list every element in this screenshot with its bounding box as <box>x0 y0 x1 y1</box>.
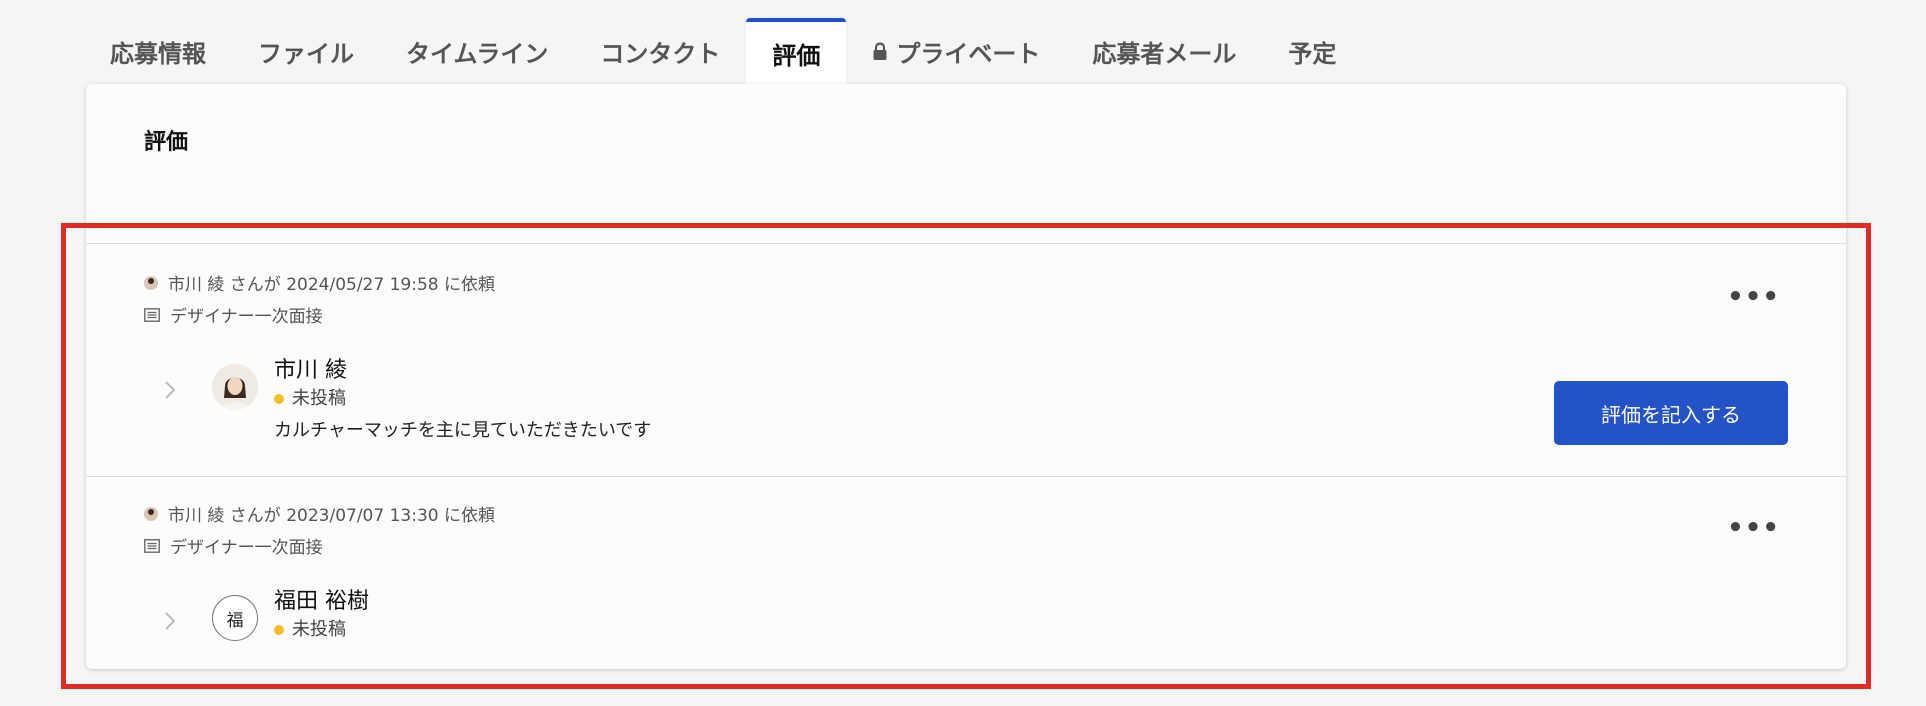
request-info: 市川 綾 さんが 2024/05/27 19:58 に依頼 <box>144 270 495 295</box>
status-text: 未投稿 <box>292 619 346 640</box>
status-badge: 未投稿 <box>274 617 369 643</box>
evaluator-avatar: 福 <box>212 595 258 641</box>
request-info: 市川 綾 さんが 2023/07/07 13:30 に依頼 <box>144 501 495 526</box>
status-dot-icon <box>274 394 284 404</box>
evaluator-name: 福田 裕樹 <box>274 589 369 614</box>
write-evaluation-button[interactable]: 評価を記入する <box>1554 381 1788 445</box>
tab-contact[interactable]: コンタクト <box>574 18 746 84</box>
request-text: 市川 綾 さんが 2023/07/07 13:30 に依頼 <box>168 506 495 526</box>
chevron-right-icon[interactable] <box>158 378 182 402</box>
page: 応募情報 ファイル タイムライン コンタクト 評価 プライベート 応募者メール … <box>0 0 1926 706</box>
tab-timeline[interactable]: タイムライン <box>380 18 574 84</box>
status-text: 未投稿 <box>292 388 346 409</box>
requester-avatar <box>144 506 158 521</box>
interview-info: デザイナー一次面接 <box>144 302 323 327</box>
card-title: 評価 <box>144 130 189 155</box>
evaluator-info: 福田 裕樹 未投稿 <box>274 587 369 643</box>
evaluator-name: 市川 綾 <box>274 358 347 383</box>
tab-files[interactable]: ファイル <box>232 18 380 84</box>
tab-evaluation[interactable]: 評価 <box>746 18 847 84</box>
status-badge: 未投稿 <box>274 386 651 412</box>
tab-private[interactable]: プライベート <box>846 18 1066 84</box>
evaluation-item: 市川 綾 さんが 2024/05/27 19:58 に依頼 デザイナー一次面接 … <box>86 243 1846 476</box>
interview-name: デザイナー一次面接 <box>170 307 323 327</box>
document-icon <box>144 307 160 322</box>
tab-schedule[interactable]: 予定 <box>1262 18 1362 84</box>
evaluator-row: 市川 綾 未投稿 カルチャーマッチを主に見ていただきたいです <box>158 356 1788 448</box>
interview-info: デザイナー一次面接 <box>144 533 323 558</box>
evaluation-item: 市川 綾 さんが 2023/07/07 13:30 に依頼 デザイナー一次面接 … <box>86 476 1846 668</box>
requester-avatar <box>144 275 158 290</box>
status-dot-icon <box>274 625 284 635</box>
evaluator-info: 市川 綾 未投稿 カルチャーマッチを主に見ていただきたいです <box>274 356 651 448</box>
request-comment: カルチャーマッチを主に見ていただきたいです <box>274 420 652 441</box>
lock-icon <box>872 41 888 61</box>
tab-bar: 応募情報 ファイル タイムライン コンタクト 評価 プライベート 応募者メール … <box>84 18 1362 84</box>
more-options-button[interactable]: ••• <box>1727 284 1780 310</box>
evaluator-row: 福 福田 裕樹 未投稿 <box>158 587 1788 643</box>
interview-name: デザイナー一次面接 <box>170 538 323 558</box>
chevron-right-icon[interactable] <box>158 609 182 633</box>
evaluation-card: 評価 市川 綾 さんが 2024/05/27 19:58 に依頼 デザイナー一次… <box>86 84 1846 669</box>
more-options-button[interactable]: ••• <box>1727 515 1780 541</box>
tab-private-label: プライベート <box>896 39 1041 68</box>
tab-application-info[interactable]: 応募情報 <box>84 18 232 84</box>
card-header: 評価 <box>86 84 1846 243</box>
document-icon <box>144 538 160 553</box>
evaluator-avatar <box>212 364 258 410</box>
tab-applicant-mail[interactable]: 応募者メール <box>1066 18 1262 84</box>
request-text: 市川 綾 さんが 2024/05/27 19:58 に依頼 <box>168 275 495 295</box>
